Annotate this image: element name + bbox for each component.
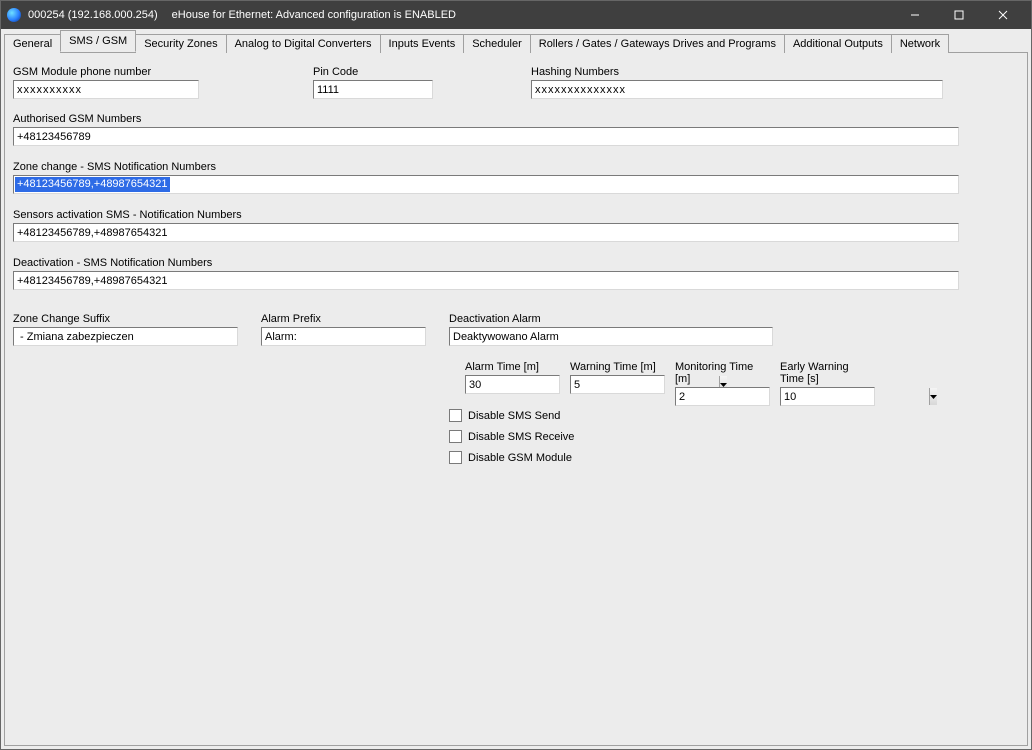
tab-sms-gsm[interactable]: SMS / GSM [60, 30, 136, 52]
early-warning-combo[interactable] [780, 387, 875, 406]
checkbox-box-icon [449, 451, 462, 464]
disable-sms-send-checkbox[interactable]: Disable SMS Send [449, 409, 574, 422]
early-warning-value[interactable] [781, 388, 929, 405]
app-window: 000254 (192.168.000.254) eHouse for Ethe… [0, 0, 1032, 750]
sensors-label: Sensors activation SMS - Notification Nu… [13, 209, 959, 221]
monitoring-time-combo[interactable] [675, 387, 770, 406]
hashing-input[interactable] [531, 80, 943, 99]
tab-adc[interactable]: Analog to Digital Converters [226, 34, 381, 53]
disable-sms-receive-checkbox[interactable]: Disable SMS Receive [449, 430, 574, 443]
gsm-phone-label: GSM Module phone number [13, 66, 313, 78]
tab-rollers[interactable]: Rollers / Gates / Gateways Drives and Pr… [530, 34, 785, 53]
deact-alarm-input[interactable] [449, 327, 773, 346]
app-icon [7, 8, 21, 22]
close-button[interactable] [981, 1, 1025, 29]
disable-sms-send-label: Disable SMS Send [468, 410, 560, 422]
checkbox-box-icon [449, 430, 462, 443]
early-warning-label: Early Warning Time [s] [780, 361, 875, 385]
deact-nums-input[interactable] [13, 271, 959, 290]
alarm-time-combo[interactable] [465, 375, 560, 394]
tab-network[interactable]: Network [891, 34, 949, 53]
zone-change-selected-text: +48123456789,+48987654321 [15, 177, 170, 192]
sensors-input[interactable] [13, 223, 959, 242]
pin-input[interactable] [313, 80, 433, 99]
zone-change-label: Zone change - SMS Notification Numbers [13, 161, 959, 173]
title-subtitle: eHouse for Ethernet: Advanced configurat… [172, 9, 456, 21]
maximize-button[interactable] [937, 1, 981, 29]
zcs-label: Zone Change Suffix [13, 313, 261, 325]
chevron-down-icon[interactable] [929, 388, 937, 405]
gsm-phone-input[interactable] [13, 80, 199, 99]
title-device: 000254 (192.168.000.254) [28, 9, 158, 21]
disable-gsm-module-checkbox[interactable]: Disable GSM Module [449, 451, 574, 464]
warning-time-label: Warning Time [m] [570, 361, 665, 373]
titlebar: 000254 (192.168.000.254) eHouse for Ethe… [1, 1, 1031, 29]
hashing-label: Hashing Numbers [531, 66, 1019, 78]
zone-change-input[interactable]: +48123456789,+48987654321 [13, 175, 959, 194]
disable-gsm-module-label: Disable GSM Module [468, 452, 572, 464]
deact-alarm-label: Deactivation Alarm [449, 313, 779, 325]
tabbar: General SMS / GSM Security Zones Analog … [4, 31, 1028, 53]
zcs-input[interactable] [13, 327, 238, 346]
tab-scheduler[interactable]: Scheduler [463, 34, 531, 53]
minimize-button[interactable] [893, 1, 937, 29]
disable-sms-receive-label: Disable SMS Receive [468, 431, 574, 443]
alarm-time-label: Alarm Time [m] [465, 361, 560, 373]
pin-label: Pin Code [313, 66, 531, 78]
tab-security-zones[interactable]: Security Zones [135, 34, 226, 53]
tabpage-sms-gsm: GSM Module phone number Pin Code Hashing… [4, 53, 1028, 746]
alarm-prefix-input[interactable] [261, 327, 426, 346]
tab-additional-outputs[interactable]: Additional Outputs [784, 34, 892, 53]
alarm-prefix-label: Alarm Prefix [261, 313, 449, 325]
authorised-input[interactable] [13, 127, 959, 146]
checkbox-box-icon [449, 409, 462, 422]
deact-nums-label: Deactivation - SMS Notification Numbers [13, 257, 959, 269]
client-area: General SMS / GSM Security Zones Analog … [1, 29, 1031, 749]
monitoring-time-label: Monitoring Time [m] [675, 361, 770, 385]
authorised-label: Authorised GSM Numbers [13, 113, 959, 125]
tab-general[interactable]: General [4, 34, 61, 53]
tab-inputs-events[interactable]: Inputs Events [380, 34, 465, 53]
warning-time-combo[interactable] [570, 375, 665, 394]
